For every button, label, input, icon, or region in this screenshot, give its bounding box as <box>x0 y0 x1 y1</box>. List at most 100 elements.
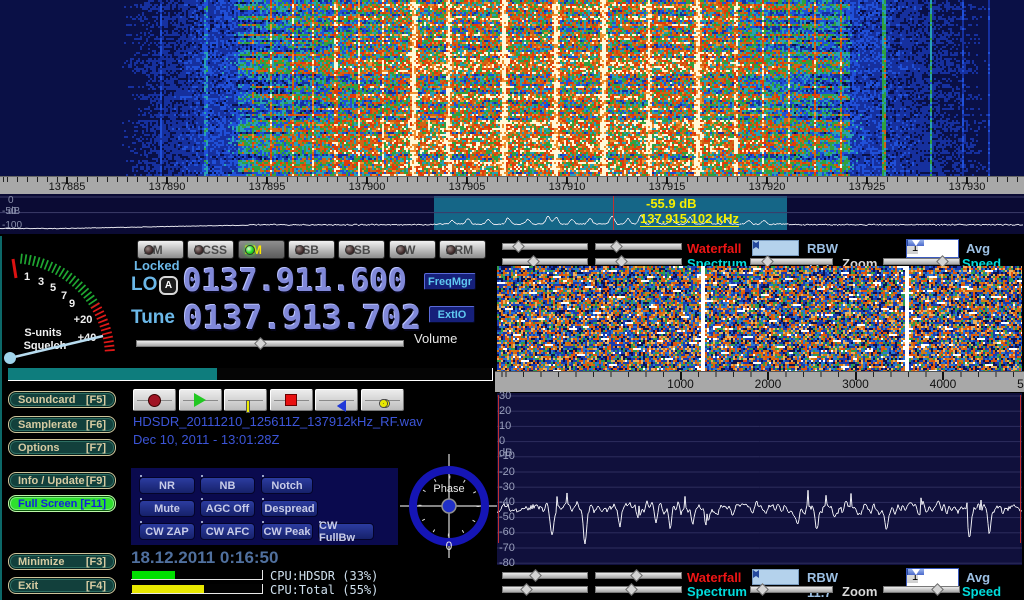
record-icon <box>148 394 161 407</box>
smeter-tick-label: 9 <box>69 298 75 310</box>
rf-scale-label: 137910 <box>537 181 597 193</box>
record-button[interactable] <box>133 389 176 411</box>
rf-waterfall-display[interactable] <box>0 0 1024 176</box>
menu-button-options[interactable]: Options[F7] <box>8 439 116 456</box>
lo-assign-button[interactable]: A <box>159 276 178 295</box>
mode-button-am[interactable]: AM <box>137 240 184 259</box>
menu-button-exit[interactable]: Exit[F4] <box>8 577 116 594</box>
phase-knob[interactable] <box>442 499 456 513</box>
chevron-down-icon[interactable] <box>907 569 924 575</box>
speed-label-bottom[interactable]: Speed <box>962 584 1001 599</box>
avg-label-bottom[interactable]: Avg <box>966 570 990 585</box>
audio-db-label: 30 <box>499 390 511 402</box>
extio-button[interactable]: ExtIO <box>429 306 475 323</box>
dsp-button-agc-off[interactable]: AGC Off <box>200 500 255 517</box>
wf-level-slider-b-top[interactable] <box>595 241 682 252</box>
audio-db-label: -60 <box>499 526 515 538</box>
menu-button-label: Full Screen <box>18 498 77 510</box>
volume-slider[interactable] <box>136 338 404 349</box>
menu-button-full-screen[interactable]: Full Screen[F11] <box>8 495 116 512</box>
chevron-down-icon[interactable] <box>907 240 924 246</box>
menu-button-fkey: [F6] <box>86 419 106 431</box>
dsp-button-label: Despread <box>264 503 314 515</box>
cursor-frequency-readout: 137.915.102 kHz <box>640 211 739 227</box>
menu-button-info-update[interactable]: Info / Update[F9] <box>8 472 116 489</box>
menu-button-fkey: [F4] <box>86 580 106 592</box>
scroll-arrows-bottom[interactable] <box>752 569 799 585</box>
phase-dial[interactable]: Phase 0 <box>400 450 500 562</box>
waterfall-tab-top[interactable]: Waterfall <box>687 241 741 256</box>
mode-led-icon <box>446 245 456 255</box>
dsp-button-despread[interactable]: Despread <box>261 500 318 517</box>
zoom-label-bottom[interactable]: Zoom <box>842 584 877 599</box>
waterfall-tab-bottom[interactable]: Waterfall <box>687 570 741 585</box>
audio-waterfall-display[interactable] <box>497 266 1022 371</box>
mode-button-drm[interactable]: DRM <box>439 240 486 259</box>
smeter-tick-label: 3 <box>38 276 44 288</box>
dsp-button-cw-afc[interactable]: CW AFC <box>200 523 255 540</box>
mode-button-ecss[interactable]: ECSS <box>187 240 234 259</box>
audio-db-label: -40 <box>499 496 515 508</box>
audio-frequency-scale[interactable]: 10002000300040005000 <box>495 371 1024 392</box>
squelch-needle-pivot[interactable] <box>4 352 16 364</box>
cpu-total-fill <box>132 585 204 593</box>
dsp-button-nr[interactable]: NR <box>139 477 195 494</box>
rf-scale-label: 137900 <box>337 181 397 193</box>
wf-level-slider-a-top[interactable] <box>502 241 588 252</box>
audio-db-label: -50 <box>499 511 515 523</box>
cpu-hdsdr-bar <box>131 570 263 580</box>
audio-scale-label: 2000 <box>743 377 793 391</box>
mode-button-lsb[interactable]: LSB <box>288 240 335 259</box>
menu-button-soundcard[interactable]: Soundcard[F5] <box>8 391 116 408</box>
cursor-db-readout: -55.9 dB <box>646 196 697 211</box>
rf-scale-label: 137920 <box>737 181 797 193</box>
rf-scale-label: 137885 <box>37 181 97 193</box>
cpu-total-label: CPU:Total (55%) <box>270 583 378 597</box>
stop-button[interactable] <box>270 389 313 411</box>
mode-button-fm[interactable]: FM <box>238 240 285 259</box>
mode-button-cw[interactable]: CW <box>389 240 436 259</box>
dsp-button-label: AGC Off <box>206 503 249 515</box>
rewind-button[interactable] <box>315 389 358 411</box>
scroll-arrows-top[interactable] <box>752 240 799 256</box>
scroll-right-icon[interactable] <box>753 241 759 249</box>
mode-button-usb[interactable]: USB <box>338 240 385 259</box>
menu-button-label: Minimize <box>18 556 64 568</box>
dsp-button-cw-zap[interactable]: CW ZAP <box>139 523 195 540</box>
tune-frequency-display[interactable]: 0137.913.702 <box>183 301 421 334</box>
freqmgr-button[interactable]: FreqMgr <box>424 273 476 290</box>
audio-spectrum-display[interactable] <box>497 393 1022 565</box>
scroll-right-icon[interactable] <box>753 570 759 578</box>
dsp-button-cw-fullbw[interactable]: CW FullBw <box>318 523 374 540</box>
audio-db-label: 20 <box>499 405 511 417</box>
loop-button[interactable] <box>361 389 404 411</box>
rf-spectrum-strip[interactable] <box>0 194 1024 234</box>
wf-level-slider-a-bottom[interactable] <box>502 570 588 581</box>
zoom-slider-bottom[interactable] <box>750 584 833 595</box>
sp-level-slider-a-top-track <box>502 258 588 265</box>
rf-scale-label: 137895 <box>237 181 297 193</box>
dsp-button-nb[interactable]: NB <box>200 477 255 494</box>
spectrum-tab-bottom[interactable]: Spectrum <box>687 584 747 599</box>
playback-progress-bar[interactable] <box>8 368 493 381</box>
rf-scale-label: 137930 <box>937 181 997 193</box>
rf-frequency-scale[interactable]: 1378851378901378951379001379051379101379… <box>0 176 1024 194</box>
menu-button-minimize[interactable]: Minimize[F3] <box>8 553 116 570</box>
stop-icon <box>285 394 297 406</box>
dsp-button-mute[interactable]: Mute <box>139 500 195 517</box>
pause-button[interactable] <box>224 389 267 411</box>
smeter-tick-label: 1 <box>24 271 30 283</box>
rf-strip-db-label: -100 <box>2 220 22 231</box>
recording-filename: HDSDR_20111210_125611Z_137912kHz_RF.wav <box>133 414 423 429</box>
lo-frequency-display[interactable]: 0137.911.600 <box>183 266 407 297</box>
menu-button-samplerate[interactable]: Samplerate[F6] <box>8 416 116 433</box>
dsp-button-notch[interactable]: Notch <box>261 477 313 494</box>
mode-led-icon <box>245 245 255 255</box>
avg-label-top[interactable]: Avg <box>966 241 990 256</box>
speed-slider-bottom[interactable] <box>883 584 960 595</box>
wf-level-slider-b-bottom[interactable] <box>595 570 682 581</box>
sp-level-slider-b-bottom[interactable] <box>595 584 682 595</box>
play-button[interactable] <box>179 389 222 411</box>
sp-level-slider-a-bottom[interactable] <box>502 584 588 595</box>
dsp-button-cw-peak[interactable]: CW Peak <box>261 523 313 540</box>
